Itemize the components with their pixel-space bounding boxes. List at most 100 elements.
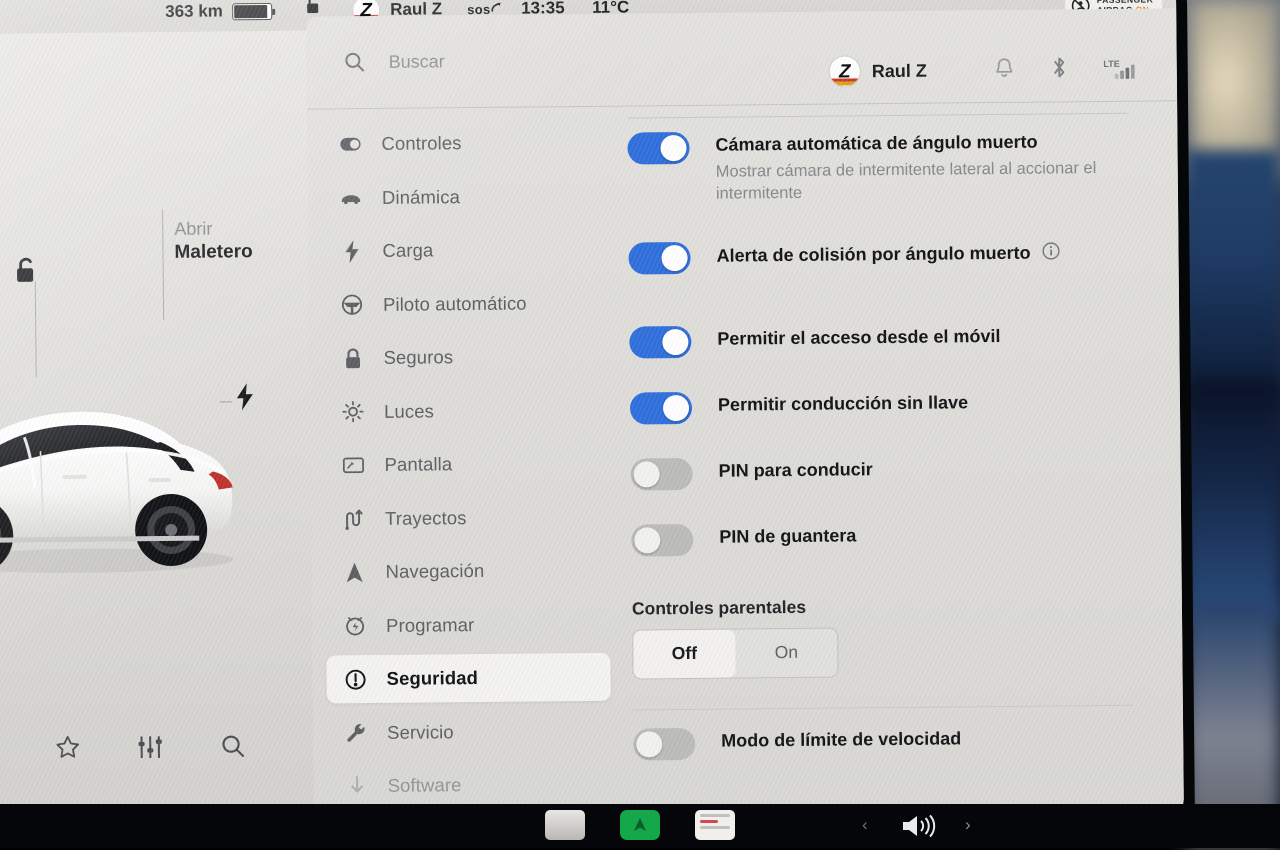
- sidebar-item-label: Navegación: [385, 560, 484, 583]
- setting-row-blind-spot-camera[interactable]: Cámara automática de ángulo muerto Mostr…: [625, 113, 1166, 214]
- star-icon[interactable]: [54, 734, 81, 766]
- search-placeholder: Buscar: [389, 51, 445, 73]
- trunk-leader-line: [162, 210, 164, 320]
- camera-app-icon[interactable]: [545, 810, 585, 840]
- parental-controls-heading: Controles parentales: [632, 593, 1170, 619]
- account-button[interactable]: Z Raul Z: [829, 55, 927, 88]
- sidebar-item-label: Luces: [384, 400, 434, 422]
- vehicle-illustration[interactable]: [0, 331, 244, 584]
- range-label: 363 km: [165, 1, 223, 22]
- setting-title: Modo de límite de velocidad: [721, 728, 961, 751]
- sidebar-item-label: Piloto automático: [383, 292, 527, 315]
- sidebar-item-label: Servicio: [387, 721, 454, 744]
- navigation-app-icon[interactable]: [620, 810, 660, 840]
- sidebar-item-label: Programar: [386, 614, 475, 637]
- info-icon[interactable]: [1041, 241, 1060, 265]
- sidebar-item-software[interactable]: Software: [327, 760, 611, 811]
- sidebar-item-luces[interactable]: Luces: [324, 385, 608, 436]
- bluetooth-icon[interactable]: [1050, 55, 1067, 84]
- vehicle-panel: Abrir Maletero: [0, 31, 314, 830]
- setting-row-blind-spot-collision[interactable]: Alerta de colisión por ángulo muerto: [626, 209, 1167, 282]
- sidebar-item-label: Software: [388, 774, 462, 797]
- status-icon-group: LTE: [993, 55, 1139, 85]
- toggle-mobile-access[interactable]: [629, 325, 691, 358]
- lte-signal-icon[interactable]: LTE: [1103, 59, 1139, 79]
- sidebar-item-seguridad[interactable]: Seguridad: [326, 653, 610, 704]
- setting-row-glovebox-pin[interactable]: PIN de guantera: [629, 493, 1170, 564]
- lock-icon: [341, 347, 363, 370]
- search-input[interactable]: Buscar: [343, 49, 445, 74]
- open-trunk-label[interactable]: Abrir Maletero: [174, 217, 253, 265]
- bottom-dock: ‹ ›: [0, 804, 1280, 848]
- setting-title: Cámara automática de ángulo muerto: [715, 131, 1115, 156]
- sidebar-item-label: Trayectos: [385, 507, 467, 530]
- toggle-blind-spot-collision[interactable]: [628, 241, 690, 274]
- next-track-icon[interactable]: ›: [965, 815, 971, 835]
- parental-option-on[interactable]: On: [735, 628, 837, 677]
- sidebar-item-label: Dinámica: [382, 186, 460, 209]
- settings-panel: Buscar Z Raul Z: [306, 8, 1184, 826]
- sidebar-item-pantalla[interactable]: Pantalla: [324, 439, 608, 490]
- previous-track-icon[interactable]: ‹: [862, 815, 868, 835]
- alert-circle-icon: [345, 668, 367, 691]
- car-icon: [340, 190, 362, 206]
- search-icon[interactable]: [219, 732, 246, 764]
- toggle-speed-limit-mode[interactable]: [633, 727, 695, 760]
- download-icon: [346, 775, 368, 797]
- open-trunk-prefix: Abrir: [174, 217, 252, 241]
- toggle-pin-to-drive[interactable]: [631, 457, 693, 490]
- setting-title: PIN de guantera: [719, 525, 856, 547]
- vehicle-toolbar: [0, 711, 314, 788]
- navigation-arrow-icon: [343, 561, 365, 584]
- sidebar-item-programar[interactable]: Programar: [326, 599, 610, 650]
- sidebar-item-trayectos[interactable]: Trayectos: [325, 492, 609, 543]
- setting-row-pin-to-drive[interactable]: PIN para conducir: [628, 427, 1169, 498]
- sidebar-item-servicio[interactable]: Servicio: [327, 706, 611, 757]
- media-app-icon[interactable]: [695, 810, 735, 840]
- toggle-glovebox-pin[interactable]: [631, 523, 693, 556]
- settings-category-list: Controles Dinámica Car: [321, 118, 612, 816]
- sidebar-item-label: Carga: [382, 239, 433, 261]
- tesla-touchscreen: 363 km Z Raul Z sos 13:35 11°C: [0, 0, 1184, 830]
- bell-icon[interactable]: [993, 56, 1014, 84]
- battery-icon: [232, 2, 272, 19]
- setting-subtitle: Mostrar cámara de intermitente lateral a…: [716, 157, 1116, 205]
- sidebar-item-label: Seguridad: [387, 667, 479, 690]
- setting-title: Permitir el acceso desde el móvil: [717, 326, 1000, 350]
- bolt-icon: [340, 240, 362, 263]
- sidebar-item-label: Seguros: [383, 346, 453, 369]
- parental-controls-segmented[interactable]: Off On: [632, 627, 838, 679]
- light-icon: [342, 400, 364, 423]
- unlock-icon[interactable]: [14, 255, 40, 290]
- setting-row-speed-limit-mode[interactable]: Modo de límite de velocidad: [631, 705, 1172, 768]
- header-divider: [307, 100, 1177, 109]
- sidebar-item-dinamica[interactable]: Dinámica: [322, 171, 606, 222]
- account-name: Raul Z: [872, 60, 927, 82]
- toggle-keyless-driving[interactable]: [630, 391, 692, 424]
- sidebar-item-piloto-automatico[interactable]: Piloto automático: [323, 278, 607, 329]
- settings-content: Cámara automática de ángulo muerto Mostr…: [625, 112, 1172, 823]
- toggle-blind-spot-camera[interactable]: [627, 132, 689, 165]
- steering-wheel-icon: [341, 293, 363, 316]
- sidebar-item-label: Controles: [381, 132, 461, 155]
- setting-title: Alerta de colisión por ángulo muerto: [716, 243, 1030, 267]
- equalizer-icon[interactable]: [136, 733, 164, 766]
- wrench-icon: [345, 721, 367, 744]
- range-indicator: 363 km: [165, 1, 272, 22]
- sidebar-item-carga[interactable]: Carga: [322, 225, 606, 276]
- search-icon: [343, 50, 367, 74]
- schedule-clock-icon: [344, 614, 366, 637]
- setting-title: Permitir conducción sin llave: [718, 392, 968, 415]
- sidebar-item-navegacion[interactable]: Navegación: [325, 546, 609, 597]
- setting-title: PIN para conducir: [719, 459, 873, 481]
- display-icon: [342, 456, 364, 475]
- sidebar-item-controles[interactable]: Controles: [321, 118, 605, 169]
- volume-icon[interactable]: [900, 813, 942, 844]
- trips-icon: [343, 508, 365, 530]
- setting-row-keyless-driving[interactable]: Permitir conducción sin llave: [628, 361, 1169, 432]
- setting-row-mobile-access[interactable]: Permitir el acceso desde el móvil: [627, 277, 1168, 366]
- parental-option-off[interactable]: Off: [633, 629, 735, 678]
- settings-header: Buscar Z Raul Z: [306, 8, 1177, 108]
- sidebar-item-seguros[interactable]: Seguros: [323, 332, 607, 383]
- sos-arrow-icon: [491, 1, 502, 14]
